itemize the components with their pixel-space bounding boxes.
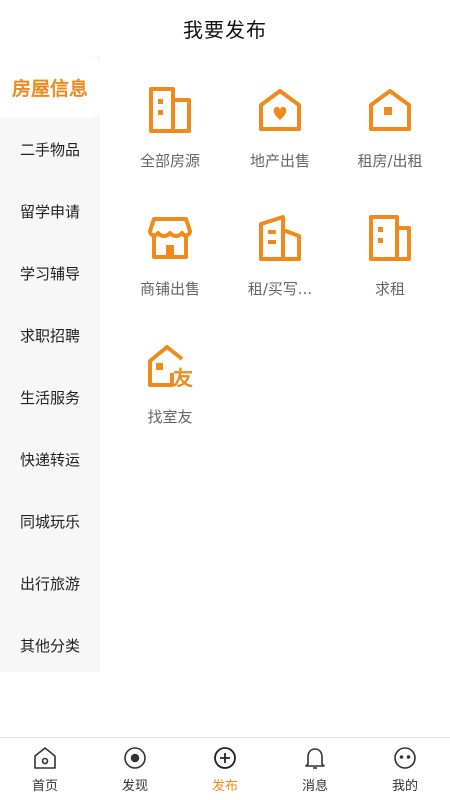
sidebar-item-travel[interactable]: 出行旅游 — [0, 552, 100, 614]
shop-icon — [140, 210, 200, 266]
category-property-sale[interactable]: 地产出售 — [225, 72, 335, 170]
category-shop-sale[interactable]: 商铺出售 — [115, 200, 225, 298]
sidebar-item-tutoring[interactable]: 学习辅导 — [0, 242, 100, 304]
bottom-tab-bar: 首页 发现 发布 消息 我的 — [0, 737, 450, 800]
category-label: 地产出售 — [249, 152, 310, 170]
building-icon — [140, 82, 200, 138]
tab-profile[interactable]: 我的 — [360, 745, 450, 794]
page-title: 我要发布 — [183, 17, 267, 42]
sidebar-item-housing[interactable]: 房屋信息 — [0, 56, 100, 118]
sidebar-item-shipping[interactable]: 快递转运 — [0, 428, 100, 490]
roommate-icon-text: 友 — [173, 366, 193, 389]
category-wanted-rent[interactable]: 求租 — [335, 200, 445, 298]
category-grid: 全部房源 地产出售 租房/出租 商铺出售 租/买写... 求租 友 找室友 — [115, 72, 450, 426]
category-all-listings[interactable]: 全部房源 — [115, 72, 225, 170]
category-rent-lease[interactable]: 租房/出租 — [335, 72, 445, 170]
category-label: 找室友 — [147, 408, 193, 426]
sidebar-item-other[interactable]: 其他分类 — [0, 614, 100, 676]
tab-publish[interactable]: 发布 — [180, 745, 270, 794]
discover-icon — [124, 746, 146, 769]
category-label: 租房/出租 — [357, 152, 423, 170]
category-label: 租/买写... — [247, 280, 313, 298]
home-icon — [34, 746, 56, 769]
category-office[interactable]: 租/买写... — [225, 200, 335, 298]
category-label: 商铺出售 — [139, 280, 200, 298]
tab-messages[interactable]: 消息 — [270, 745, 360, 794]
sidebar-item-life-services[interactable]: 生活服务 — [0, 366, 100, 428]
category-find-roommate[interactable]: 友 找室友 — [115, 328, 225, 426]
house-icon — [360, 82, 420, 138]
bell-icon — [305, 747, 325, 769]
tab-home[interactable]: 首页 — [0, 745, 90, 794]
office-building-icon — [250, 210, 310, 266]
publish-icon — [214, 746, 236, 769]
building-icon — [360, 210, 420, 266]
sidebar-item-second-hand[interactable]: 二手物品 — [0, 118, 100, 180]
house-heart-icon — [250, 82, 310, 138]
page-header: 我要发布 — [0, 0, 450, 56]
roommate-icon: 友 — [140, 338, 200, 394]
sidebar-item-study-abroad[interactable]: 留学申请 — [0, 180, 100, 242]
sidebar-item-local-fun[interactable]: 同城玩乐 — [0, 490, 100, 552]
tab-discover[interactable]: 发现 — [90, 745, 180, 794]
category-label: 全部房源 — [139, 152, 200, 170]
category-label: 求租 — [374, 280, 405, 298]
sidebar-item-jobs[interactable]: 求职招聘 — [0, 304, 100, 366]
category-sidebar: 房屋信息 二手物品 留学申请 学习辅导 求职招聘 生活服务 快递转运 同城玩乐 … — [0, 56, 100, 672]
profile-icon — [394, 746, 416, 769]
